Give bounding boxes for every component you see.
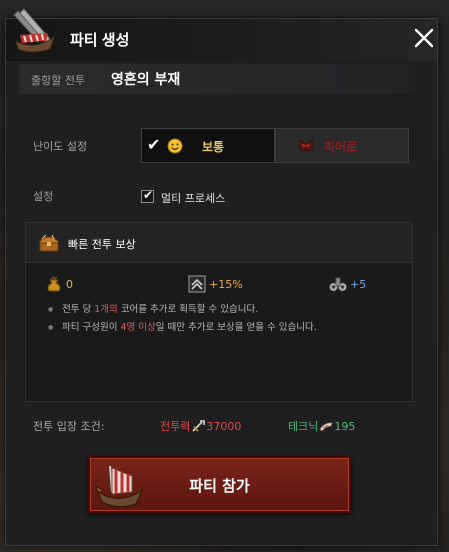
- technique-requirement: 테크닉 195: [288, 418, 355, 434]
- reward-stat-gold-value: 0: [66, 278, 73, 291]
- join-party-label: 파티 참가: [189, 477, 250, 495]
- reward-stat-rank: +15%: [187, 274, 267, 296]
- close-icon[interactable]: [411, 25, 437, 51]
- destination-row: 출항할 전투 영혼의 부재: [19, 64, 415, 94]
- reward-stat-rank-value: +15%: [209, 278, 243, 291]
- technique-icon: [319, 422, 333, 432]
- reward-note: 전투 당 1개의 코어를 추가로 획득할 수 있습니다.: [46, 303, 406, 321]
- reward-stat-gold: 0: [44, 274, 104, 296]
- reward-note: 파티 구성원이 4명 이상일 때만 추가로 보상을 얻을 수 있습니다.: [46, 321, 406, 339]
- settings-label: 설정: [33, 190, 54, 203]
- check-icon: ✔: [143, 188, 154, 202]
- multi-process-label: 멀티 프로세스: [161, 192, 226, 205]
- difficulty-normal-option[interactable]: ✔ 보통: [141, 128, 275, 163]
- rank-badge-icon: [188, 275, 206, 293]
- combat-power-requirement: 전투력 37000: [160, 418, 241, 434]
- technique-value: 195: [334, 420, 356, 433]
- smile-icon: [167, 138, 183, 154]
- binoculars-icon: [329, 277, 347, 292]
- checkbox-box: ✔: [141, 188, 154, 203]
- difficulty-normal-label: 보통: [202, 140, 225, 154]
- join-party-button[interactable]: 파티 참가: [88, 456, 351, 513]
- reward-notes: 전투 당 1개의 코어를 추가로 획득할 수 있습니다. 파티 구성원이 4명 …: [46, 303, 406, 339]
- sword-icon: [192, 420, 206, 432]
- reward-header: 빠른 전투 보상: [26, 223, 412, 263]
- requirements-label: 전투 입장 조건:: [33, 420, 105, 433]
- difficulty-hero-label: 히어로: [324, 140, 358, 154]
- difficulty-hero-option[interactable]: 히어로: [275, 128, 409, 163]
- reward-stat-scout: +5: [328, 274, 388, 296]
- window-title: 파티 생성: [70, 32, 130, 49]
- gold-pouch-icon: [47, 276, 61, 292]
- reward-title: 빠른 전투 보상: [68, 238, 136, 251]
- destination-label: 출항할 전투: [31, 74, 86, 87]
- ship-emblem-icon: [13, 8, 55, 53]
- technique-label: 테크닉: [288, 420, 319, 433]
- check-icon: ✔: [147, 135, 161, 154]
- difficulty-label: 난이도 설정: [33, 140, 88, 153]
- combat-power-label: 전투력: [160, 420, 191, 433]
- destination-value: 영혼의 부재: [111, 72, 181, 88]
- combat-power-value: 37000: [206, 420, 242, 433]
- title-bar[interactable]: 파티 생성: [6, 8, 437, 61]
- reward-stat-scout-value: +5: [350, 278, 367, 291]
- demon-mask-icon: [299, 138, 313, 152]
- treasure-chest-icon: [39, 234, 59, 252]
